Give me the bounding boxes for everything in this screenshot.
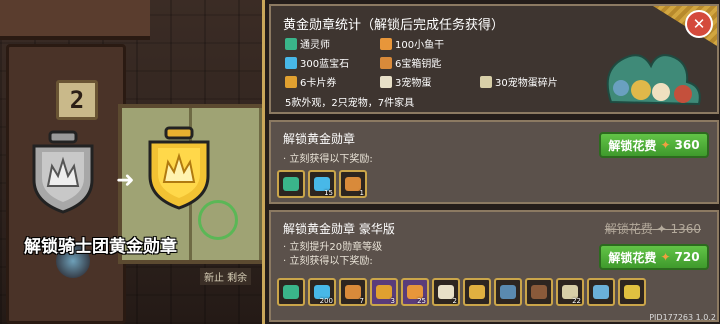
basic-subtitle: · 立刻获得以下奖励: xyxy=(283,154,373,165)
reward-slot[interactable] xyxy=(463,278,491,306)
reward-slot[interactable] xyxy=(277,278,305,306)
basic-unlock-button[interactable]: 解锁花费 ✦ 360 xyxy=(599,132,709,158)
reward-slot[interactable]: 2 xyxy=(432,278,460,306)
reward-slot[interactable]: 3 xyxy=(370,278,398,306)
reward-slot[interactable] xyxy=(525,278,553,306)
reward-icon xyxy=(380,37,392,50)
summary-item: 6卡片券 xyxy=(285,74,380,89)
basic-reward-row: 15 1 xyxy=(277,170,367,198)
deluxe-subtitle-1: · 立刻提升20勋章等级 xyxy=(283,242,383,253)
old-price: 解锁花费 ✦ 1360 xyxy=(604,222,701,236)
sell-tag: 新止 剩余 xyxy=(200,268,252,285)
reward-slot[interactable]: 15 xyxy=(308,170,336,198)
cabinet-top xyxy=(0,0,150,40)
summary-title: 黄金勋章统计（解锁后完成任务获得） xyxy=(283,18,505,33)
deluxe-title: 解锁黄金勋章 豪华版 xyxy=(283,222,395,236)
basic-unlock-section: 解锁黄金勋章 · 立刻获得以下奖励: 解锁花费 ✦ 360 15 1 xyxy=(269,120,719,204)
reward-icon xyxy=(380,56,392,69)
reward-quantity: 3 xyxy=(390,297,395,305)
summary-item: 100小鱼干 xyxy=(380,36,480,51)
pets-artwork-icon xyxy=(606,54,701,106)
build-id: PID177263 1.0.2 xyxy=(649,313,716,322)
frame-reward-icon xyxy=(593,285,609,299)
reward-slot[interactable]: 1 xyxy=(339,170,367,198)
level-plate: 2 xyxy=(56,80,98,120)
reward-slot[interactable] xyxy=(587,278,615,306)
medal-reward-icon xyxy=(283,285,299,299)
reward-icon xyxy=(285,56,297,69)
medal-reward-icon xyxy=(283,177,299,191)
medal-panel: 黄金勋章统计（解锁后完成任务获得） ✕ 通灵师 100小鱼干 300蓝宝石 6宝箱钥匙… xyxy=(262,0,720,324)
summary-items: 通灵师 100小鱼干 300蓝宝石 6宝箱钥匙 6卡片券 3宠物蛋 30宠物蛋碎片 xyxy=(285,36,615,89)
summary-section: 黄金勋章统计（解锁后完成任务获得） ✕ 通灵师 100小鱼干 300蓝宝石 6宝箱钥匙… xyxy=(269,4,719,114)
reward-slot[interactable]: 22 xyxy=(556,278,584,306)
scene-caption: 解锁骑士团黄金勋章 xyxy=(24,237,177,257)
reward-slot[interactable]: 25 xyxy=(401,278,429,306)
arrow-right-icon: ➜ xyxy=(116,168,135,193)
summary-item: 3宠物蛋 xyxy=(380,74,480,89)
reward-slot[interactable] xyxy=(494,278,522,306)
deluxe-unlock-button[interactable]: 解锁花费 ✦ 720 xyxy=(599,244,709,270)
reward-slot[interactable]: 200 xyxy=(308,278,336,306)
reward-quantity: 2 xyxy=(452,297,457,305)
barrel-reward-icon xyxy=(531,285,547,299)
deluxe-unlock-section: 解锁黄金勋章 豪华版 解锁花费 ✦ 1360 · 立刻提升20勋章等级 · 立刻… xyxy=(269,210,719,322)
silver-badge-icon xyxy=(32,130,94,214)
close-icon: ✕ xyxy=(692,15,706,33)
reward-slot[interactable]: 7 xyxy=(339,278,367,306)
reward-icon xyxy=(285,37,297,50)
check-circle-icon xyxy=(198,200,238,240)
summary-item: 6宝箱钥匙 xyxy=(380,55,480,70)
reward-quantity: 25 xyxy=(417,297,426,305)
reward-quantity: 1 xyxy=(359,189,364,197)
reward-quantity: 7 xyxy=(359,297,364,305)
jar-reward-icon xyxy=(500,285,516,299)
reward-slot[interactable] xyxy=(618,278,646,306)
dragon-reward-icon xyxy=(624,285,640,299)
reward-icon xyxy=(380,75,392,88)
reward-slot[interactable] xyxy=(277,170,305,198)
reward-quantity: 15 xyxy=(324,189,333,197)
fish-currency-icon: ✦ xyxy=(660,250,671,264)
basic-title: 解锁黄金勋章 xyxy=(283,132,356,146)
gold-badge-icon xyxy=(148,126,210,210)
reward-quantity: 22 xyxy=(572,297,581,305)
crown-reward-icon xyxy=(469,285,485,299)
deluxe-reward-row: 200 7 3 25 2 22 xyxy=(277,278,646,306)
summary-item: 300蓝宝石 xyxy=(285,55,380,70)
fish-currency-icon: ✦ xyxy=(660,138,671,152)
deluxe-subtitle-2: · 立刻获得以下奖励: xyxy=(283,256,373,267)
reward-icon xyxy=(480,75,492,88)
reward-quantity: 200 xyxy=(319,297,333,305)
background-scene: 2 ➜ 解锁骑士团黄金勋章 新止 剩余 xyxy=(0,0,262,324)
summary-item: 通灵师 xyxy=(285,36,380,51)
reward-icon xyxy=(285,75,297,88)
summary-footer: 5款外观，2只宠物，7件家具 xyxy=(285,98,415,109)
